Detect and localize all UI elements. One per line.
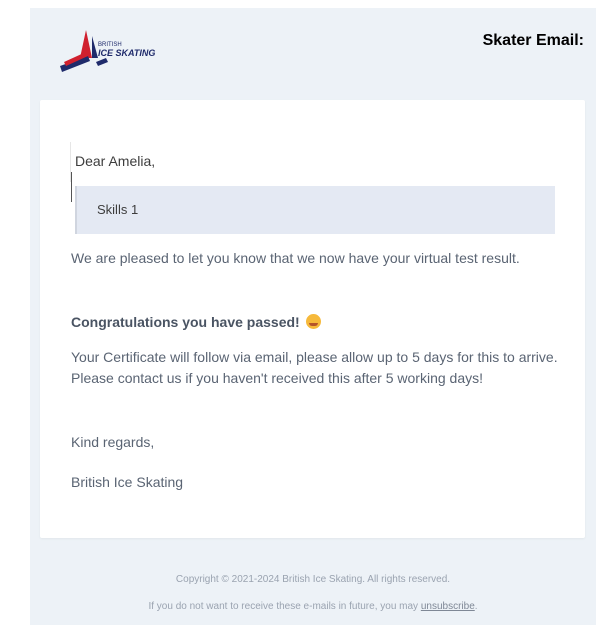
- unsubscribe-suffix: .: [474, 601, 478, 612]
- test-name: Skills 1: [97, 202, 139, 217]
- email-frame: BRITISH ICE SKATING Skater Email: Dear A…: [30, 8, 596, 625]
- congratulations-text: Congratulations you have passed!: [71, 314, 300, 330]
- party-face-icon: [305, 314, 321, 329]
- congratulations-line: Congratulations you have passed!: [71, 312, 571, 333]
- result-paragraph: We are pleased to let you know that we n…: [71, 250, 520, 266]
- email-card: Dear Amelia, Skills 1 We are pleased to …: [40, 100, 585, 538]
- certificate-paragraph: Your Certificate will follow via email, …: [71, 349, 558, 386]
- test-name-box: Skills 1: [71, 172, 555, 234]
- divider: [71, 172, 72, 202]
- greeting: Dear Amelia,: [75, 153, 156, 169]
- british-ice-skating-logo: BRITISH ICE SKATING: [58, 28, 168, 74]
- skater-email-label: Skater Email:: [482, 32, 584, 49]
- unsubscribe-line: If you do not want to receive these e-ma…: [30, 601, 596, 612]
- signoff: Kind regards,: [71, 434, 155, 450]
- signature: British Ice Skating: [71, 474, 184, 490]
- copyright-text: Copyright © 2021-2024 British Ice Skatin…: [175, 574, 451, 585]
- unsubscribe-prefix: If you do not want to receive these e-ma…: [148, 601, 421, 612]
- svg-text:ICE SKATING: ICE SKATING: [98, 48, 155, 58]
- unsubscribe-link[interactable]: unsubscribe: [421, 601, 475, 612]
